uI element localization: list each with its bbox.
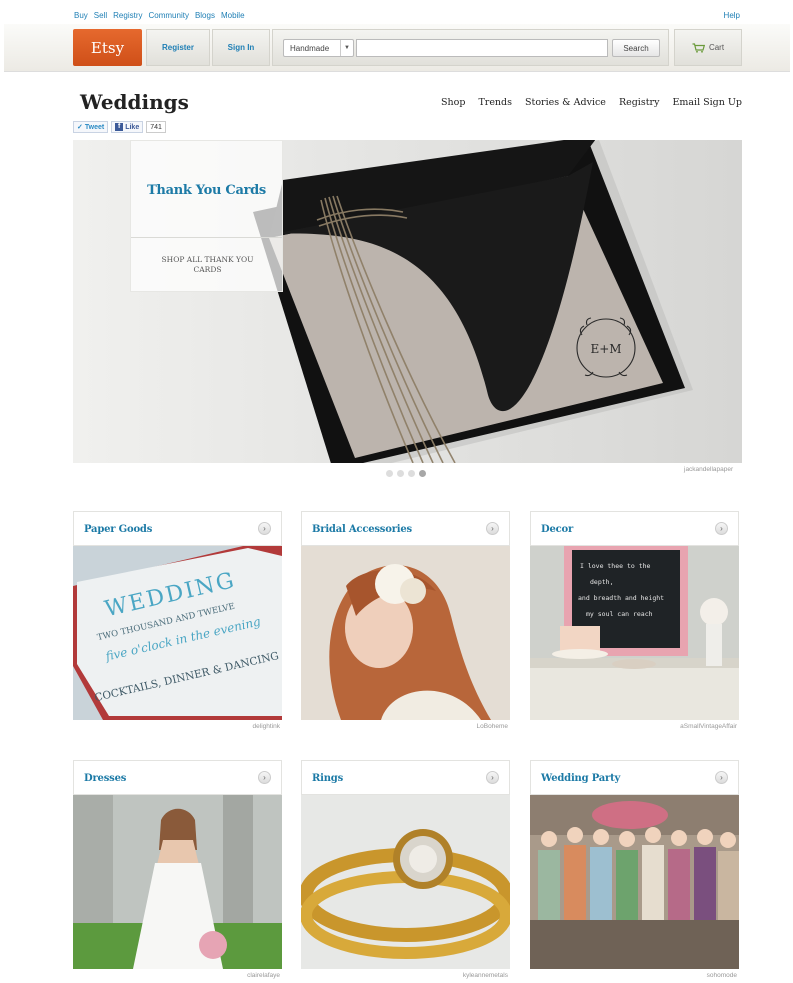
card-title[interactable]: Decor	[541, 524, 573, 535]
tweet-label: Tweet	[84, 123, 105, 131]
card-credit[interactable]: sohomode	[707, 972, 737, 979]
etsy-logo[interactable]: Etsy	[73, 29, 142, 66]
chalkboard-line-1: I love thee to the	[580, 562, 651, 570]
card-title[interactable]: Bridal Accessories	[312, 524, 412, 535]
tweet-button[interactable]: ✓ Tweet	[73, 121, 109, 133]
chalkboard-line-3: and breadth and height	[578, 594, 664, 602]
carousel-dot-2[interactable]	[397, 470, 404, 477]
card-title[interactable]: Rings	[312, 773, 343, 784]
card-credit[interactable]: delightink	[253, 723, 280, 730]
nav-stories-advice[interactable]: Stories & Advice	[525, 97, 606, 108]
sign-in-button[interactable]: Sign In	[212, 29, 270, 66]
card-image[interactable]	[73, 795, 282, 969]
card-title[interactable]: Paper Goods	[84, 524, 152, 535]
chevron-right-icon[interactable]: ›	[486, 771, 499, 784]
hero-promo-panel: Thank You Cards SHOP ALL THANK YOU CARDS	[130, 140, 283, 292]
like-label: Like	[125, 123, 140, 131]
chalkboard-line-2: depth,	[590, 578, 613, 586]
nav-email-sign-up[interactable]: Email Sign Up	[672, 97, 742, 108]
card-header: Dresses ›	[73, 760, 282, 795]
bridal-accessories-image	[301, 546, 510, 720]
page-title: Weddings	[80, 90, 189, 114]
carousel-dot-3[interactable]	[408, 470, 415, 477]
chevron-right-icon[interactable]: ›	[258, 522, 271, 535]
card-title[interactable]: Dresses	[84, 773, 126, 784]
search-scope-value: Handmade	[290, 44, 330, 53]
rings-image	[301, 795, 510, 969]
like-count: 741	[146, 121, 166, 133]
card-image[interactable]: I love thee to the depth, and breadth an…	[530, 546, 739, 720]
category-card-decor[interactable]: Decor › I love thee to the depth, and br…	[530, 511, 739, 730]
top-link-sell[interactable]: Sell	[94, 11, 107, 20]
category-card-bridal-accessories[interactable]: Bridal Accessories › LoBoheme	[301, 511, 510, 730]
top-link-blogs[interactable]: Blogs	[195, 11, 215, 20]
search-input[interactable]	[356, 39, 608, 57]
hero-credit[interactable]: jackandellapaper	[684, 466, 733, 473]
top-links: Buy Sell Registry Community Blogs Mobile	[74, 11, 245, 20]
dresses-image	[73, 795, 282, 969]
category-card-wedding-party[interactable]: Wedding Party › sohomode	[530, 760, 739, 979]
card-header: Wedding Party ›	[530, 760, 739, 795]
register-button[interactable]: Register	[146, 29, 210, 66]
help-link[interactable]: Help	[724, 11, 740, 20]
card-header: Rings ›	[301, 760, 510, 795]
carousel-dot-1[interactable]	[386, 470, 393, 477]
category-card-rings[interactable]: Rings › kyleannemetals	[301, 760, 510, 979]
category-card-paper-goods[interactable]: Paper Goods › WEDDING TWO THOUSAND AND T…	[73, 511, 282, 730]
search-scope-select[interactable]: Handmade ▼	[283, 39, 354, 57]
chevron-right-icon[interactable]: ›	[486, 522, 499, 535]
chevron-right-icon[interactable]: ›	[715, 771, 728, 784]
card-image[interactable]	[301, 795, 510, 969]
chevron-right-icon[interactable]: ›	[715, 522, 728, 535]
decor-image: I love thee to the depth, and breadth an…	[530, 546, 739, 720]
card-credit[interactable]: kyleannemetals	[463, 972, 508, 979]
category-card-dresses[interactable]: Dresses › clairelafaye	[73, 760, 282, 979]
nav-trends[interactable]: Trends	[478, 97, 512, 108]
card-title[interactable]: Wedding Party	[541, 773, 620, 784]
hero-title[interactable]: Thank You Cards	[131, 183, 282, 198]
carousel-dots	[386, 470, 426, 477]
card-header: Paper Goods ›	[73, 511, 282, 546]
top-link-mobile[interactable]: Mobile	[221, 11, 245, 20]
search-bar: Handmade ▼ Search	[272, 29, 669, 66]
nav-registry[interactable]: Registry	[619, 97, 660, 108]
monogram-text: E+M	[590, 342, 621, 356]
cart-label: Cart	[708, 43, 725, 52]
paper-goods-image: WEDDING TWO THOUSAND AND TWELVE five o'c…	[73, 546, 282, 720]
card-image[interactable]	[301, 546, 510, 720]
twitter-bird-icon: ✓	[77, 124, 83, 131]
top-link-community[interactable]: Community	[148, 11, 188, 20]
card-header: Bridal Accessories ›	[301, 511, 510, 546]
caret-down-icon: ▼	[340, 40, 353, 56]
card-credit[interactable]: LoBoheme	[477, 723, 508, 730]
card-credit[interactable]: aSmallVintageAffair	[680, 723, 737, 730]
like-button[interactable]: f Like	[111, 121, 144, 133]
card-credit[interactable]: clairelafaye	[247, 972, 280, 979]
top-link-registry[interactable]: Registry	[113, 11, 142, 20]
card-image[interactable]	[530, 795, 739, 969]
top-link-buy[interactable]: Buy	[74, 11, 88, 20]
category-nav: Shop Trends Stories & Advice Registry Em…	[441, 97, 742, 108]
carousel-dot-4[interactable]	[419, 470, 426, 477]
promo-divider	[131, 237, 282, 238]
facebook-icon: f	[115, 123, 124, 131]
chalkboard-line-4: my soul can reach	[586, 610, 653, 618]
card-header: Decor ›	[530, 511, 739, 546]
chevron-right-icon[interactable]: ›	[258, 771, 271, 784]
cart-button[interactable]: Cart	[674, 29, 742, 66]
shop-all-thank-you-cards-link[interactable]: SHOP ALL THANK YOU CARDS	[151, 255, 264, 275]
wedding-party-image	[530, 795, 739, 969]
search-button[interactable]: Search	[612, 39, 660, 57]
cart-icon	[692, 42, 705, 53]
card-image[interactable]: WEDDING TWO THOUSAND AND TWELVE five o'c…	[73, 546, 282, 720]
nav-shop[interactable]: Shop	[441, 97, 465, 108]
social-buttons: ✓ Tweet f Like 741	[73, 121, 166, 133]
